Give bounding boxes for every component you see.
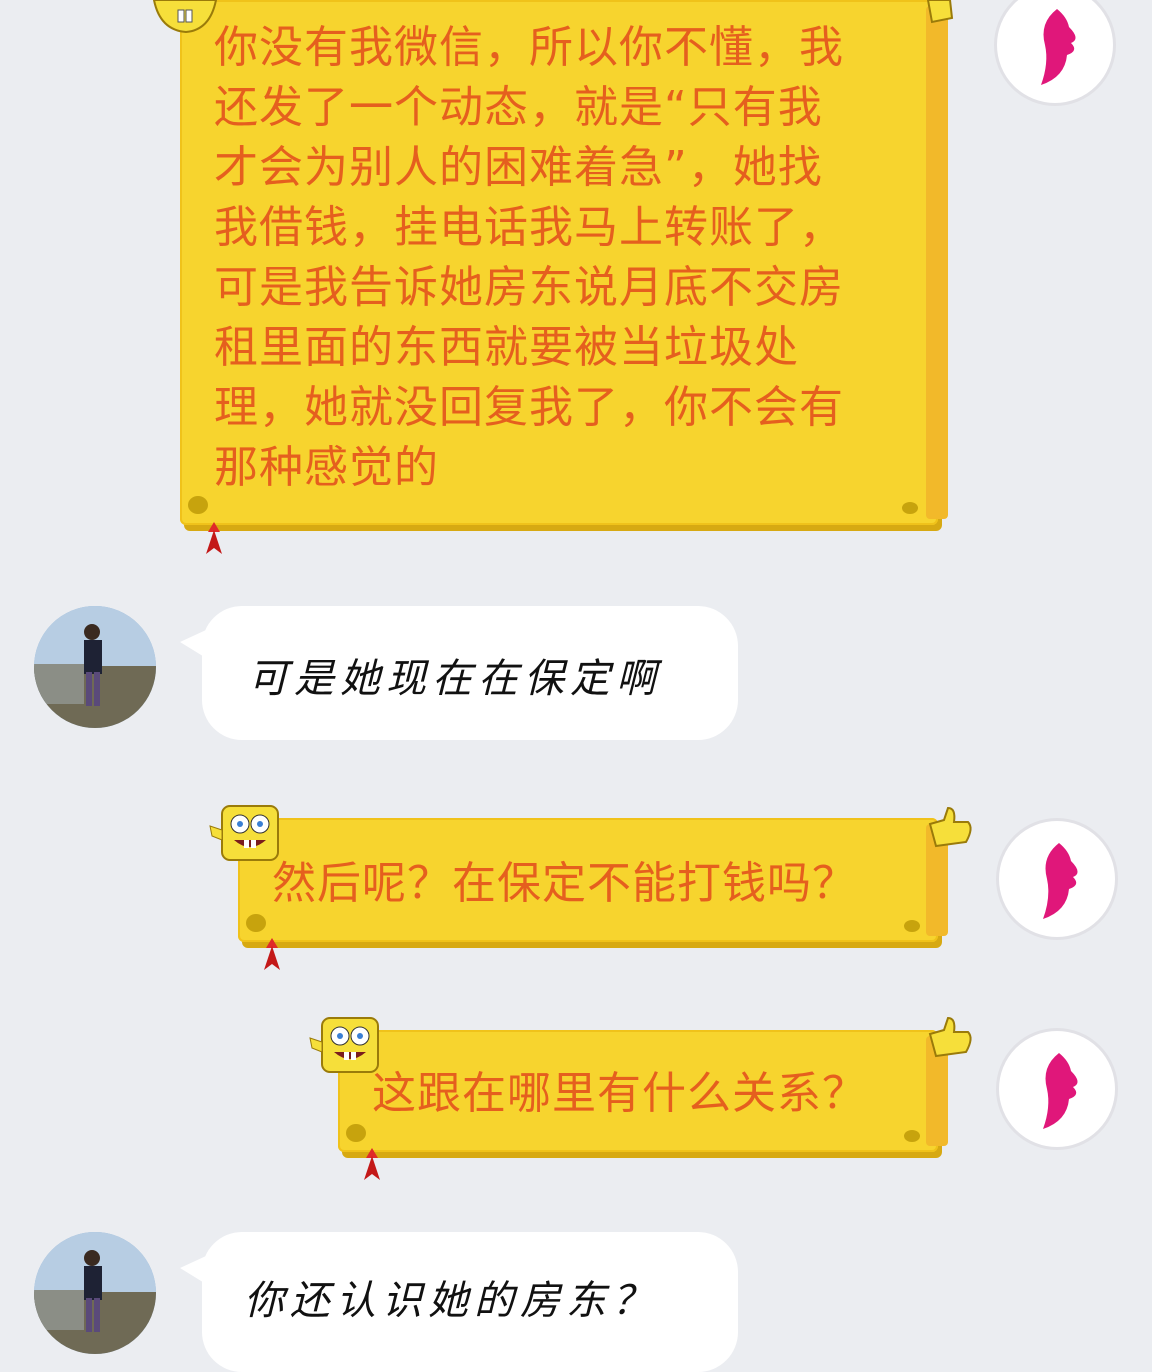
message-bubble-him-2[interactable]: 你还认识她的房东？ — [180, 1232, 738, 1372]
avatar-her[interactable] — [994, 0, 1116, 106]
red-knot-icon — [206, 522, 222, 554]
bubble-tail — [180, 1256, 206, 1284]
scroll-hole — [346, 1124, 366, 1142]
message-bubble-him-1[interactable]: 可是她现在在保定啊 — [180, 606, 738, 740]
avatar-him[interactable] — [34, 1232, 156, 1354]
message-text: 可是她现在在保定啊 — [248, 656, 662, 702]
scroll-hole — [902, 502, 918, 514]
red-knot-icon — [364, 1148, 380, 1180]
avatar-her[interactable] — [996, 1028, 1118, 1150]
woman-face-logo-icon — [1043, 1053, 1078, 1129]
thumbs-up-icon — [928, 806, 972, 848]
man-standing-photo-icon — [34, 1232, 156, 1354]
scroll-hole — [904, 1130, 920, 1142]
woman-face-logo-icon — [1043, 843, 1078, 919]
message-bubble-her-3[interactable]: 这跟在哪里有什么关系？ — [338, 1030, 948, 1152]
spongebob-head-icon — [209, 805, 279, 861]
message-text: 你没有我微信，所以你不懂，我 还发了一个动态，就是“只有我 才会为别人的困难着急… — [214, 22, 844, 493]
scroll-hole — [904, 920, 920, 932]
message-text: 你还认识她的房东？ — [244, 1278, 658, 1324]
woman-face-logo-icon — [1041, 9, 1076, 85]
bubble-tail — [180, 630, 206, 658]
man-standing-photo-icon — [34, 606, 156, 728]
red-knot-icon — [264, 938, 280, 970]
thumbs-up-icon — [926, 0, 954, 24]
scroll-edge — [926, 6, 948, 519]
thumbs-up-icon — [928, 1016, 972, 1058]
scroll-hole — [246, 914, 266, 932]
message-text: 这跟在哪里有什么关系？ — [372, 1068, 867, 1119]
avatar-her[interactable] — [996, 818, 1118, 940]
message-text: 然后呢？在保定不能打钱吗？ — [272, 858, 857, 909]
spongebob-head-icon — [309, 1017, 379, 1073]
message-bubble-her-2[interactable]: 然后呢？在保定不能打钱吗？ — [238, 818, 948, 942]
avatar-him[interactable] — [34, 606, 156, 728]
spongebob-head-icon — [152, 0, 218, 34]
scroll-hole — [188, 496, 208, 514]
message-bubble-her-1[interactable]: 你没有我微信，所以你不懂，我 还发了一个动态，就是“只有我 才会为别人的困难着急… — [180, 0, 948, 525]
